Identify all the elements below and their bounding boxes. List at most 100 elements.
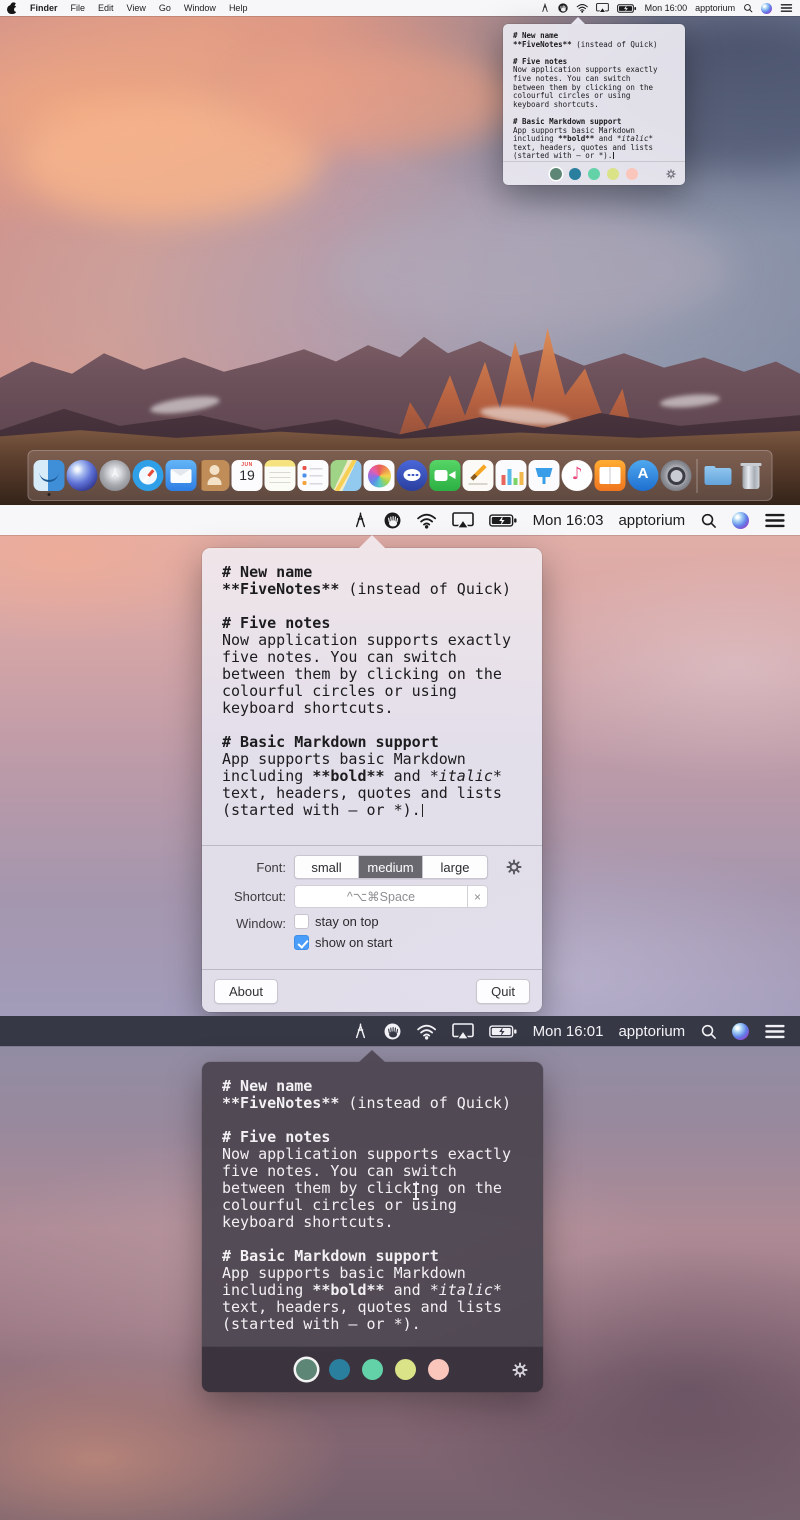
dock-icon-messages[interactable] <box>396 460 428 491</box>
checkbox-unchecked[interactable] <box>294 914 309 929</box>
compass-divider-icon[interactable] <box>352 512 369 529</box>
note-line: # Basic Markdown support <box>222 734 522 751</box>
dock-icon-ibooks[interactable] <box>594 460 626 491</box>
battery-icon[interactable] <box>489 513 517 527</box>
menubar-clock[interactable]: Mon 16:03 <box>533 512 604 529</box>
note-line <box>222 717 522 734</box>
battery-icon[interactable] <box>617 3 637 13</box>
menu-edit[interactable]: Edit <box>98 3 114 13</box>
menubar-username[interactable]: apptorium <box>695 3 735 13</box>
fivenotes-menubar-icon[interactable] <box>384 1023 401 1040</box>
stay-on-top-checkbox[interactable]: stay on top <box>294 914 530 929</box>
shortcut-clear-button[interactable]: × <box>467 885 488 908</box>
airplay-icon[interactable] <box>452 511 475 529</box>
dock-icon-numbers[interactable] <box>495 460 527 491</box>
running-indicator <box>47 493 51 496</box>
note-color-palette <box>503 161 685 185</box>
dock-icon-app-store[interactable] <box>627 460 659 491</box>
settings-gear-icon[interactable] <box>512 1361 528 1378</box>
apple-menu-icon[interactable] <box>7 0 19 15</box>
dock-icon-mail[interactable] <box>165 460 197 491</box>
shortcut-value: ^⌥⌘Space <box>346 890 416 904</box>
menu-app-name[interactable]: Finder <box>30 3 58 13</box>
siri-icon[interactable] <box>761 2 773 14</box>
shortcut-recorder[interactable]: ^⌥⌘Space <box>294 885 467 908</box>
note-color-3[interactable] <box>588 167 600 180</box>
dock-icon-contacts[interactable] <box>198 460 230 491</box>
fivenotes-menubar-icon[interactable] <box>384 512 401 529</box>
note-color-5[interactable] <box>626 167 638 180</box>
dock-icon-facetime[interactable] <box>429 460 461 491</box>
dock-icon-reminders[interactable] <box>297 460 329 491</box>
note-editor[interactable]: # New name **FiveNotes** (instead of Qui… <box>202 1062 543 1347</box>
note-text: between them by clicking on the <box>222 1179 502 1197</box>
dock-icon-pages[interactable] <box>462 460 494 491</box>
menubar-username[interactable]: apptorium <box>618 512 685 529</box>
checkbox-checked[interactable] <box>294 935 309 950</box>
about-button[interactable]: About <box>214 979 278 1004</box>
wifi-icon[interactable] <box>416 512 437 529</box>
battery-icon[interactable] <box>489 1024 517 1038</box>
airplay-icon[interactable] <box>596 3 609 13</box>
siri-icon[interactable] <box>732 511 750 529</box>
note-line: **FiveNotes** (instead of Quick) <box>513 40 675 50</box>
fivenotes-menubar-icon[interactable] <box>557 3 568 13</box>
note-color-2[interactable] <box>329 1359 350 1380</box>
dock-icon-downloads[interactable] <box>703 460 734 491</box>
notification-center-icon[interactable] <box>780 3 793 13</box>
note-text: text, headers, quotes and lists <box>222 1298 502 1316</box>
font-large-button[interactable]: large <box>423 856 487 878</box>
menubar-clock[interactable]: Mon 16:01 <box>533 1023 604 1040</box>
font-small-button[interactable]: small <box>295 856 359 878</box>
show-on-start-checkbox[interactable]: show on start <box>294 935 530 950</box>
spotlight-icon[interactable] <box>700 1023 717 1040</box>
compass-divider-icon[interactable] <box>352 1023 369 1040</box>
menu-view[interactable]: View <box>127 3 146 13</box>
note-line: **FiveNotes** (instead of Quick) <box>222 581 522 598</box>
menubar-clock[interactable]: Mon 16:00 <box>645 3 688 13</box>
dock-icon-itunes[interactable] <box>561 460 593 491</box>
dock-icon-trash[interactable] <box>736 460 767 491</box>
note-line: five notes. You can switch <box>222 1163 523 1180</box>
dock-icon-photos[interactable] <box>363 460 395 491</box>
dock-icon-finder[interactable] <box>33 460 65 496</box>
wifi-icon[interactable] <box>416 1023 437 1040</box>
menubar-username[interactable]: apptorium <box>618 1023 685 1040</box>
settings-gear-icon[interactable] <box>506 859 522 875</box>
wifi-icon[interactable] <box>576 3 589 13</box>
quit-button[interactable]: Quit <box>476 979 530 1004</box>
note-color-2[interactable] <box>569 167 581 180</box>
note-text: # Basic Markdown support <box>222 1247 439 1265</box>
dock-icon-notes[interactable] <box>264 460 296 491</box>
siri-icon[interactable] <box>732 1022 750 1040</box>
note-editor[interactable]: # New name **FiveNotes** (instead of Qui… <box>503 24 685 161</box>
spotlight-icon[interactable] <box>743 3 753 13</box>
dock-icon-safari[interactable] <box>132 460 164 491</box>
note-color-5[interactable] <box>428 1359 449 1380</box>
notification-center-icon[interactable] <box>764 1023 786 1040</box>
note-editor[interactable]: # New name **FiveNotes** (instead of Qui… <box>202 548 542 845</box>
note-color-1[interactable] <box>550 167 562 180</box>
notification-center-icon[interactable] <box>764 512 786 529</box>
settings-gear-icon[interactable] <box>666 168 676 179</box>
font-medium-button[interactable]: medium <box>359 856 423 878</box>
note-color-4[interactable] <box>395 1359 416 1380</box>
menu-file[interactable]: File <box>71 3 86 13</box>
menu-window[interactable]: Window <box>184 3 216 13</box>
dock-icon-calendar[interactable]: JUN 19 <box>231 460 263 491</box>
spotlight-icon[interactable] <box>700 512 717 529</box>
note-text: **bold** <box>312 1281 385 1299</box>
dock-icon-keynote[interactable] <box>528 460 560 491</box>
note-color-3[interactable] <box>362 1359 383 1380</box>
compass-divider-icon[interactable] <box>540 3 550 13</box>
dock-icon-siri[interactable] <box>66 460 98 491</box>
menu-help[interactable]: Help <box>229 3 248 13</box>
note-color-1[interactable] <box>296 1359 317 1380</box>
menu-go[interactable]: Go <box>159 3 171 13</box>
dock-icon-launchpad[interactable] <box>99 460 131 491</box>
note-color-4[interactable] <box>607 167 619 180</box>
window-label: Window: <box>236 916 286 931</box>
dock-icon-maps[interactable] <box>330 460 362 491</box>
airplay-icon[interactable] <box>452 1022 475 1040</box>
dock-icon-system-preferences[interactable] <box>660 460 692 491</box>
